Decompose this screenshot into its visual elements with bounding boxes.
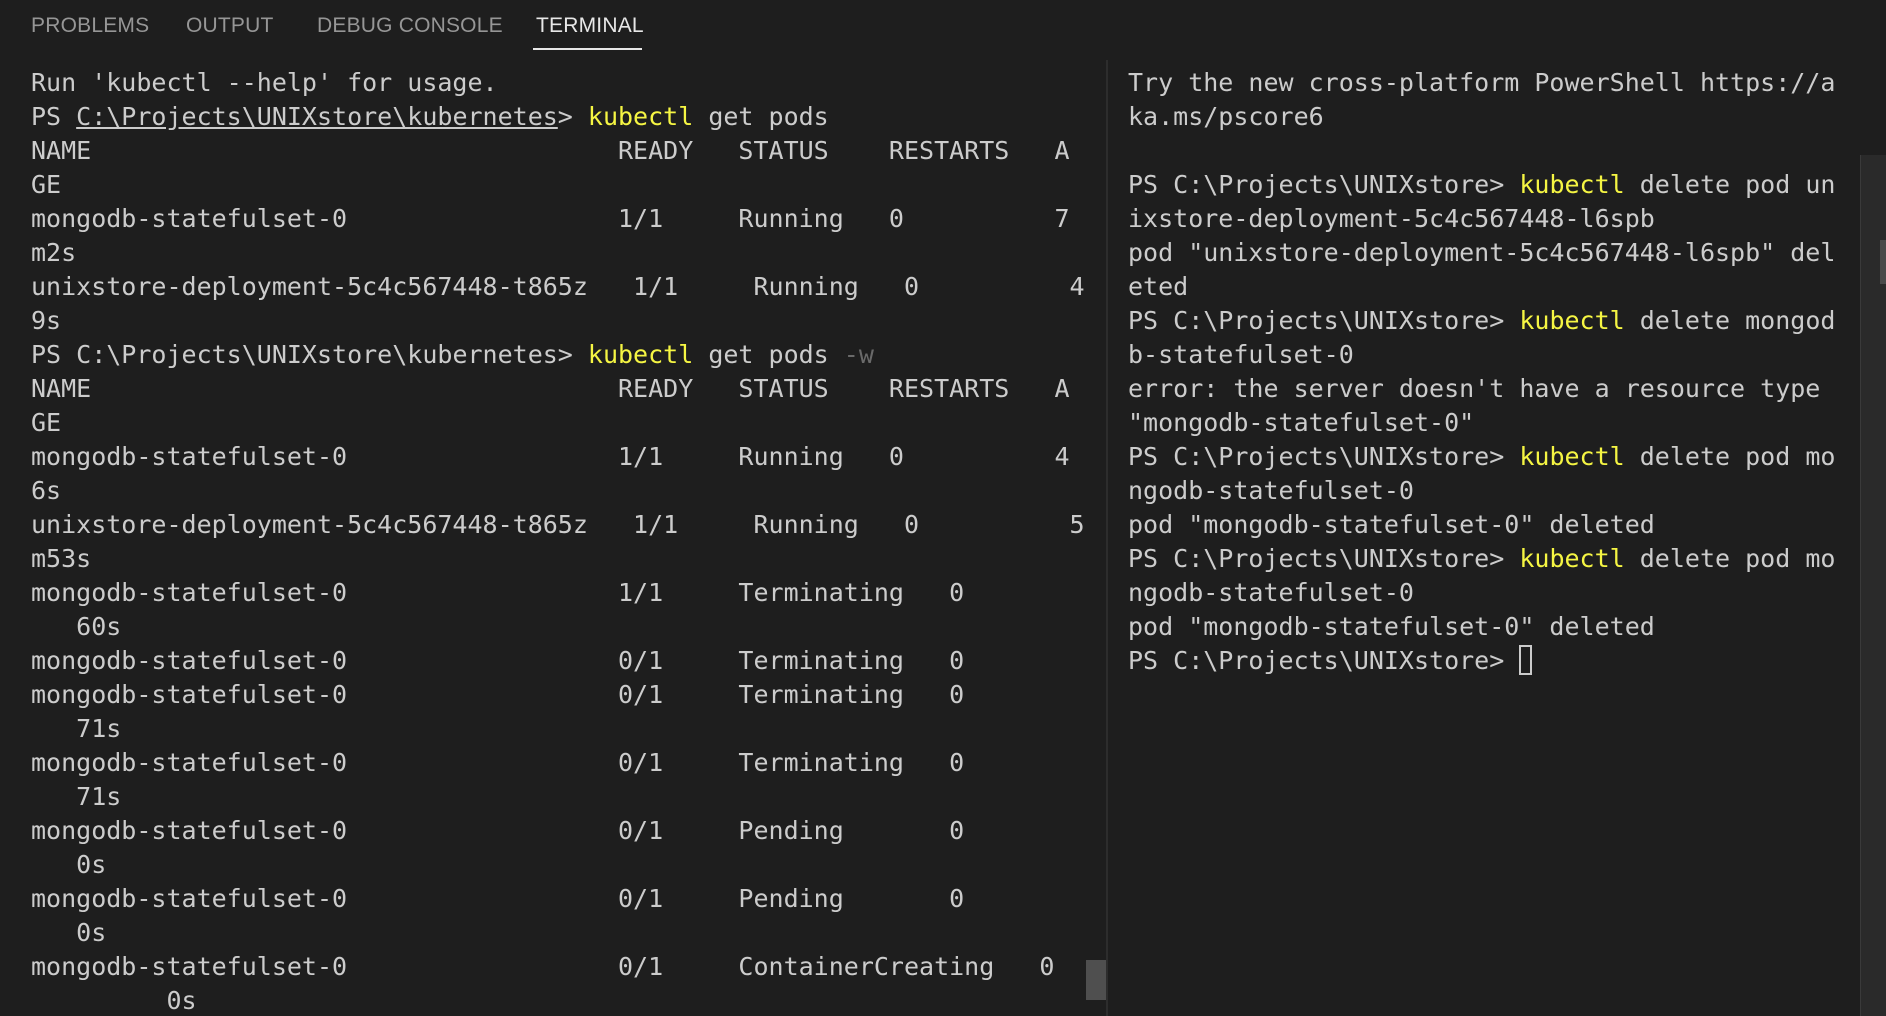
- tab-terminal[interactable]: TERMINAL: [536, 14, 644, 48]
- command-args: get pods: [693, 340, 844, 369]
- terminal-output-line: 0s: [31, 986, 197, 1015]
- terminal-output-line: 60s: [31, 612, 122, 641]
- terminal-output-line: eted: [1128, 272, 1189, 301]
- terminal-output-line: pod "mongodb-statefulset-0" deleted: [1128, 510, 1655, 539]
- terminal-prompt-line: PS C:\Projects\UNIXstore>: [1128, 644, 1840, 678]
- terminal-output-line: mongodb-statefulset-0 0/1 Terminating 0: [31, 748, 965, 777]
- terminal-output-line: NAME READY STATUS RESTARTS A: [31, 374, 1070, 403]
- terminal-output-line: Run 'kubectl --help' for usage.: [31, 68, 498, 97]
- command-name: kubectl: [1519, 544, 1625, 573]
- terminal-output-line: 71s: [31, 714, 122, 743]
- terminal-output-line: 71s: [31, 782, 122, 811]
- terminal-output-line: GE: [31, 408, 62, 437]
- active-tab-indicator: [533, 48, 642, 50]
- terminal-prompt-line: PS C:\Projects\UNIXstore> kubectl delete…: [1128, 168, 1840, 202]
- prompt-text: PS C:\Projects\UNIXstore>: [1128, 544, 1520, 573]
- terminal-output-line: pod "unixstore-deployment-5c4c567448-l6s…: [1128, 238, 1836, 267]
- command-args: delete pod un: [1624, 170, 1836, 199]
- terminal-prompt-line: PS C:\Projects\UNIXstore> kubectl delete…: [1128, 542, 1840, 576]
- terminal-output-line: GE: [31, 170, 62, 199]
- terminal-output-line: m2s: [31, 238, 77, 267]
- tab-problems[interactable]: PROBLEMS: [31, 14, 149, 48]
- terminal-output-line: mongodb-statefulset-0 0/1 Terminating 0: [31, 680, 965, 709]
- terminal-output-line: m53s: [31, 544, 92, 573]
- terminal-output-line: ka.ms/pscore6: [1128, 102, 1324, 131]
- split-divider[interactable]: [1106, 60, 1108, 1016]
- terminal-cursor: [1519, 645, 1533, 675]
- prompt-text: PS C:\Projects\UNIXstore>: [1128, 442, 1520, 471]
- terminal-output-line: 9s: [31, 306, 62, 335]
- command-args: delete pod mo: [1624, 442, 1836, 471]
- terminal-output-line: "mongodb-statefulset-0": [1128, 408, 1475, 437]
- terminal-output-line: b-statefulset-0: [1128, 340, 1354, 369]
- prompt-text: PS: [31, 102, 77, 131]
- terminal-output-line: Try the new cross-platform PowerShell ht…: [1128, 68, 1836, 97]
- prompt-gt: >: [557, 340, 588, 369]
- tab-debug-console[interactable]: DEBUG CONSOLE: [317, 14, 503, 48]
- terminal-output-line: ngodb-statefulset-0: [1128, 578, 1414, 607]
- prompt-gt: >: [557, 102, 588, 131]
- terminal-pane-left[interactable]: Run 'kubectl --help' for usage. PS C:\Pro…: [31, 66, 1091, 1016]
- prompt-path: C:\Projects\UNIXstore\kubernetes: [76, 102, 558, 131]
- command-args: get pods: [693, 102, 829, 131]
- terminal-prompt-line: PS C:\Projects\UNIXstore\kubernetes> kub…: [31, 338, 1091, 372]
- right-scrollbar-marker: [1880, 240, 1886, 284]
- command-name: kubectl: [1519, 442, 1625, 471]
- prompt-text: PS C:\Projects\UNIXstore>: [1128, 170, 1520, 199]
- prompt-path: C:\Projects\UNIXstore\kubernetes: [76, 340, 558, 369]
- terminal-output-line: ixstore-deployment-5c4c567448-l6spb: [1128, 204, 1655, 233]
- command-args: delete pod mo: [1624, 544, 1836, 573]
- terminal-output-line: mongodb-statefulset-0 0/1 Pending 0: [31, 884, 965, 913]
- terminal-output-line: mongodb-statefulset-0 0/1 Terminating 0: [31, 646, 965, 675]
- terminal-prompt-line: PS C:\Projects\UNIXstore\kubernetes> kub…: [31, 100, 1091, 134]
- prompt-text: PS C:\Projects\UNIXstore>: [1128, 306, 1520, 335]
- panel-tab-bar: PROBLEMS OUTPUT DEBUG CONSOLE TERMINAL: [0, 0, 1886, 60]
- terminal-output-line: 0s: [31, 850, 107, 879]
- prompt-text: PS: [31, 340, 77, 369]
- terminal-output-line: NAME READY STATUS RESTARTS A: [31, 136, 1070, 165]
- terminal-output-line: error: the server doesn't have a resourc…: [1128, 374, 1821, 403]
- terminal-output-line: unixstore-deployment-5c4c567448-t865z 1/…: [31, 272, 1085, 301]
- command-name: kubectl: [587, 102, 694, 131]
- terminal-output-line: mongodb-statefulset-0 0/1 ContainerCreat…: [31, 952, 1055, 981]
- terminal-output-line: 0s: [31, 918, 107, 947]
- terminal-prompt-line: PS C:\Projects\UNIXstore> kubectl delete…: [1128, 440, 1840, 474]
- left-scrollbar-thumb[interactable]: [1086, 960, 1106, 1000]
- terminal-output-line: mongodb-statefulset-0 1/1 Terminating 0: [31, 578, 965, 607]
- tab-output[interactable]: OUTPUT: [186, 14, 274, 48]
- terminal-output-line: 6s: [31, 476, 62, 505]
- terminal-pane-right[interactable]: Try the new cross-platform PowerShell ht…: [1128, 66, 1840, 1016]
- command-args: delete mongod: [1624, 306, 1836, 335]
- command-flag: -w: [843, 340, 874, 369]
- right-scrollbar[interactable]: [1860, 155, 1886, 1016]
- terminal-output-line: pod "mongodb-statefulset-0" deleted: [1128, 612, 1655, 641]
- terminal-output-line: ngodb-statefulset-0: [1128, 476, 1414, 505]
- terminal-prompt-line: PS C:\Projects\UNIXstore> kubectl delete…: [1128, 304, 1840, 338]
- terminal-output-line: mongodb-statefulset-0 0/1 Pending 0: [31, 816, 965, 845]
- prompt-text: PS C:\Projects\UNIXstore>: [1128, 646, 1520, 675]
- command-name: kubectl: [1519, 170, 1625, 199]
- terminal-output-line: unixstore-deployment-5c4c567448-t865z 1/…: [31, 510, 1085, 539]
- command-name: kubectl: [587, 340, 694, 369]
- command-name: kubectl: [1519, 306, 1625, 335]
- terminal-output-line: mongodb-statefulset-0 1/1 Running 0 7: [31, 204, 1070, 233]
- terminal-output-line: mongodb-statefulset-0 1/1 Running 0 4: [31, 442, 1070, 471]
